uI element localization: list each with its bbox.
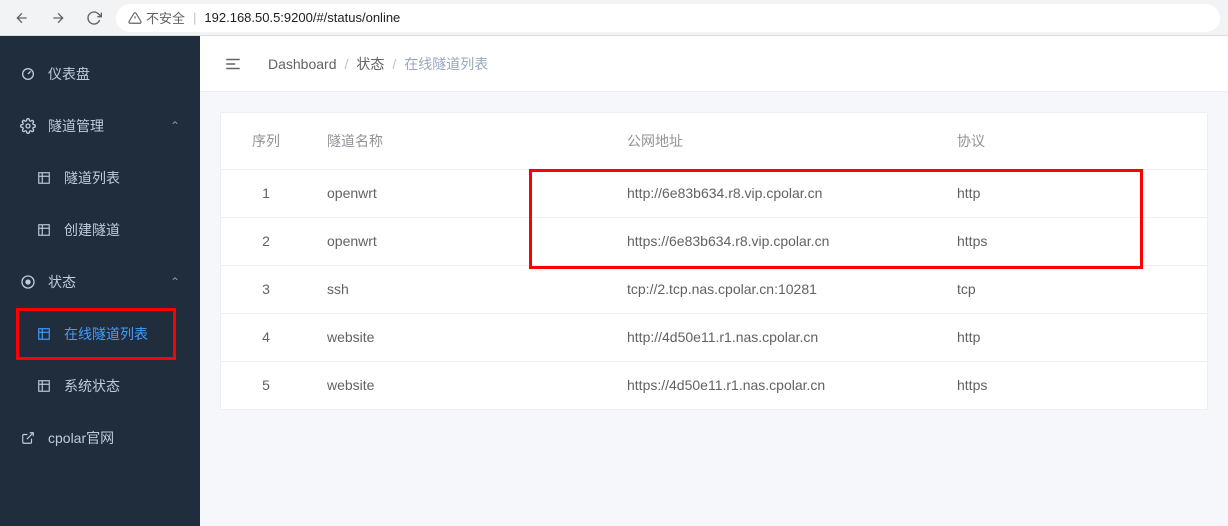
sidebar-item-tunnel-list[interactable]: 隧道列表 bbox=[0, 152, 200, 204]
table-header-proto: 协议 bbox=[941, 113, 1207, 169]
cell-addr: https://4d50e11.r1.nas.cpolar.cn bbox=[611, 361, 941, 409]
cell-addr: http://6e83b634.r8.vip.cpolar.cn bbox=[611, 169, 941, 217]
cell-proto: http bbox=[941, 169, 1207, 217]
sidebar-item-label: 创建隧道 bbox=[64, 220, 120, 240]
tunnel-table: 序列 隧道名称 公网地址 协议 1 openwrt http://6e83b63… bbox=[221, 113, 1207, 409]
sidebar-item-official-site[interactable]: cpolar官网 bbox=[0, 412, 200, 464]
breadcrumb: Dashboard / 状态 / 在线隧道列表 bbox=[268, 54, 488, 74]
cell-proto: tcp bbox=[941, 265, 1207, 313]
table-header-addr: 公网地址 bbox=[611, 113, 941, 169]
arrow-left-icon bbox=[14, 10, 30, 26]
sidebar: 仪表盘 隧道管理 ⌃ 隧道列表 创建隧道 状态 ⌃ bbox=[0, 36, 200, 526]
sidebar-item-label: 在线隧道列表 bbox=[64, 324, 148, 344]
table-icon bbox=[36, 326, 52, 342]
table-icon bbox=[36, 222, 52, 238]
sidebar-item-label: 隧道列表 bbox=[64, 168, 120, 188]
table-header-name: 隧道名称 bbox=[311, 113, 611, 169]
sidebar-item-dashboard[interactable]: 仪表盘 bbox=[0, 48, 200, 100]
url-bar[interactable]: 不安全 | 192.168.50.5:9200/#/status/online bbox=[116, 4, 1220, 32]
cell-name: website bbox=[311, 361, 611, 409]
cell-seq: 1 bbox=[221, 169, 311, 217]
tunnel-table-card: 序列 隧道名称 公网地址 协议 1 openwrt http://6e83b63… bbox=[220, 112, 1208, 410]
cell-seq: 5 bbox=[221, 361, 311, 409]
breadcrumb-sep: / bbox=[392, 56, 396, 72]
reload-button[interactable] bbox=[80, 4, 108, 32]
sidebar-item-online-list[interactable]: 在线隧道列表 bbox=[0, 308, 200, 360]
cell-addr: tcp://2.tcp.nas.cpolar.cn:10281 bbox=[611, 265, 941, 313]
cell-proto: https bbox=[941, 217, 1207, 265]
arrow-right-icon bbox=[50, 10, 66, 26]
sidebar-item-create-tunnel[interactable]: 创建隧道 bbox=[0, 204, 200, 256]
back-button[interactable] bbox=[8, 4, 36, 32]
table-header-seq: 序列 bbox=[221, 113, 311, 169]
main-content: Dashboard / 状态 / 在线隧道列表 序列 隧道名称 公网地址 协议 bbox=[200, 36, 1228, 526]
forward-button[interactable] bbox=[44, 4, 72, 32]
breadcrumb-item[interactable]: 状态 bbox=[356, 54, 384, 74]
table-row: 5 website https://4d50e11.r1.nas.cpolar.… bbox=[221, 361, 1207, 409]
menu-toggle-button[interactable] bbox=[224, 55, 242, 73]
sidebar-item-tunnel-mgmt[interactable]: 隧道管理 ⌃ bbox=[0, 100, 200, 152]
topbar: Dashboard / 状态 / 在线隧道列表 bbox=[200, 36, 1228, 92]
cell-name: openwrt bbox=[311, 169, 611, 217]
cell-addr: https://6e83b634.r8.vip.cpolar.cn bbox=[611, 217, 941, 265]
dashboard-icon bbox=[20, 66, 36, 82]
cell-name: openwrt bbox=[311, 217, 611, 265]
menu-collapse-icon bbox=[224, 55, 242, 73]
table-icon bbox=[36, 170, 52, 186]
breadcrumb-sep: / bbox=[345, 56, 349, 72]
table-row: 1 openwrt http://6e83b634.r8.vip.cpolar.… bbox=[221, 169, 1207, 217]
sidebar-item-label: 状态 bbox=[48, 272, 76, 292]
cell-name: ssh bbox=[311, 265, 611, 313]
table-row: 2 openwrt https://6e83b634.r8.vip.cpolar… bbox=[221, 217, 1207, 265]
cell-proto: http bbox=[941, 313, 1207, 361]
cell-name: website bbox=[311, 313, 611, 361]
table-row: 4 website http://4d50e11.r1.nas.cpolar.c… bbox=[221, 313, 1207, 361]
sidebar-item-label: 系统状态 bbox=[64, 376, 120, 396]
cell-addr: http://4d50e11.r1.nas.cpolar.cn bbox=[611, 313, 941, 361]
table-icon bbox=[36, 378, 52, 394]
chevron-up-icon: ⌃ bbox=[170, 275, 180, 289]
external-link-icon bbox=[20, 430, 36, 446]
sidebar-item-label: 仪表盘 bbox=[48, 64, 90, 84]
table-row: 3 ssh tcp://2.tcp.nas.cpolar.cn:10281 tc… bbox=[221, 265, 1207, 313]
chevron-up-icon: ⌃ bbox=[170, 119, 180, 133]
cell-seq: 3 bbox=[221, 265, 311, 313]
warning-icon bbox=[128, 11, 142, 25]
insecure-badge: 不安全 bbox=[128, 8, 185, 27]
insecure-label: 不安全 bbox=[146, 8, 185, 27]
cell-seq: 2 bbox=[221, 217, 311, 265]
cell-proto: https bbox=[941, 361, 1207, 409]
sidebar-item-label: 隧道管理 bbox=[48, 116, 104, 136]
reload-icon bbox=[86, 10, 102, 26]
breadcrumb-current: 在线隧道列表 bbox=[404, 54, 488, 74]
breadcrumb-item[interactable]: Dashboard bbox=[268, 56, 337, 72]
status-icon bbox=[20, 274, 36, 290]
url-text: 192.168.50.5:9200/#/status/online bbox=[204, 10, 400, 25]
gear-icon bbox=[20, 118, 36, 134]
cell-seq: 4 bbox=[221, 313, 311, 361]
sidebar-item-status[interactable]: 状态 ⌃ bbox=[0, 256, 200, 308]
sidebar-item-system-status[interactable]: 系统状态 bbox=[0, 360, 200, 412]
sidebar-item-label: cpolar官网 bbox=[48, 428, 114, 448]
browser-bar: 不安全 | 192.168.50.5:9200/#/status/online bbox=[0, 0, 1228, 36]
